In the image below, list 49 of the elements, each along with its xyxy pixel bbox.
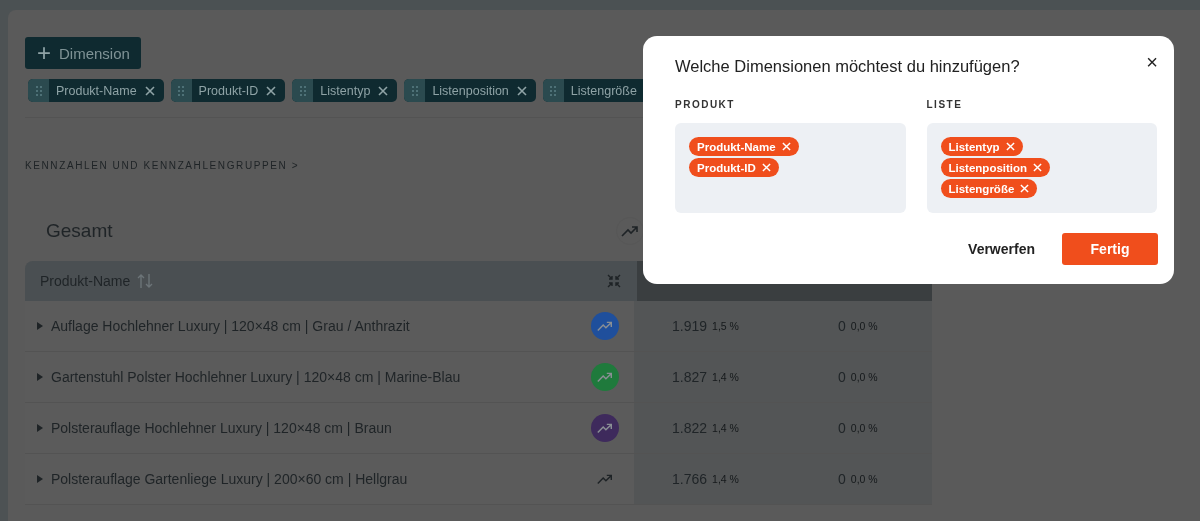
expand-icon[interactable] [37,322,43,330]
share: 0,0 % [850,320,878,332]
expand-icon[interactable] [37,424,43,432]
panel-title: Gesamt [46,220,113,242]
share: 0,0 % [850,473,878,485]
drag-handle-icon[interactable] [404,79,426,102]
remove-icon[interactable] [781,142,791,151]
share: 0,0 % [850,371,878,383]
chip-label: Listentyp [319,83,372,98]
dialog-title: Welche Dimensionen möchtest du hinzufügen? [675,56,1020,76]
share: 1,4 % [712,371,739,383]
drag-handle-icon[interactable] [28,79,49,102]
group-label: PRODUKT [675,99,736,110]
drag-handle-icon[interactable] [292,79,314,102]
share: 1,4 % [712,422,739,434]
drag-handle-icon[interactable] [542,79,564,102]
tag-label: Listentyp [948,140,1000,153]
chip-label: Listengröße [569,83,638,98]
share: 1,5 % [712,320,739,332]
tag-label: Listenposition [948,161,1028,174]
product-name: Polsterauflage Gartenliege Luxury | 200×60 cm | Hellgrau [51,471,408,487]
remove-icon[interactable] [1033,163,1043,172]
group-label: LISTE [926,99,964,110]
add-dimension-button[interactable]: + Dimension [25,37,141,69]
chip-label: Produkt-Name [55,83,138,98]
discard-button[interactable]: Verwerfen [962,233,1041,265]
product-name: Auflage Hochlehner Luxury | 120×48 cm | Grau / Anthrazit [51,318,410,334]
expand-icon[interactable] [37,373,43,381]
chip-label: Produkt-ID [197,83,260,98]
tag-label: Produkt-ID [697,161,756,174]
collapse-icon[interactable] [606,273,622,289]
remove-icon[interactable] [1020,184,1030,193]
done-button[interactable]: Fertig [1062,233,1158,265]
remove-icon[interactable] [1005,142,1015,151]
remove-icon[interactable] [761,163,771,172]
trend-icon[interactable] [591,363,619,391]
product-name: Gartenstuhl Polster Hochlehner Luxury | 120×48 cm | Marine-Blau [51,369,461,385]
sort-icon[interactable] [136,273,155,289]
drag-handle-icon[interactable] [170,79,192,102]
share: 1,4 % [712,473,739,485]
chip-label: Listenposition [431,83,510,98]
product-name: Polsterauflage Hochlehner Luxury | 120×48 cm | Braun [51,420,392,436]
share: 0,0 % [850,422,878,434]
close-button[interactable]: × [1146,52,1158,72]
trend-icon[interactable] [591,312,619,340]
trend-icon[interactable] [591,414,619,442]
expand-icon[interactable] [37,475,43,483]
tag-label: Produkt-Name [697,140,776,153]
tag-label: Listengröße [948,182,1015,195]
